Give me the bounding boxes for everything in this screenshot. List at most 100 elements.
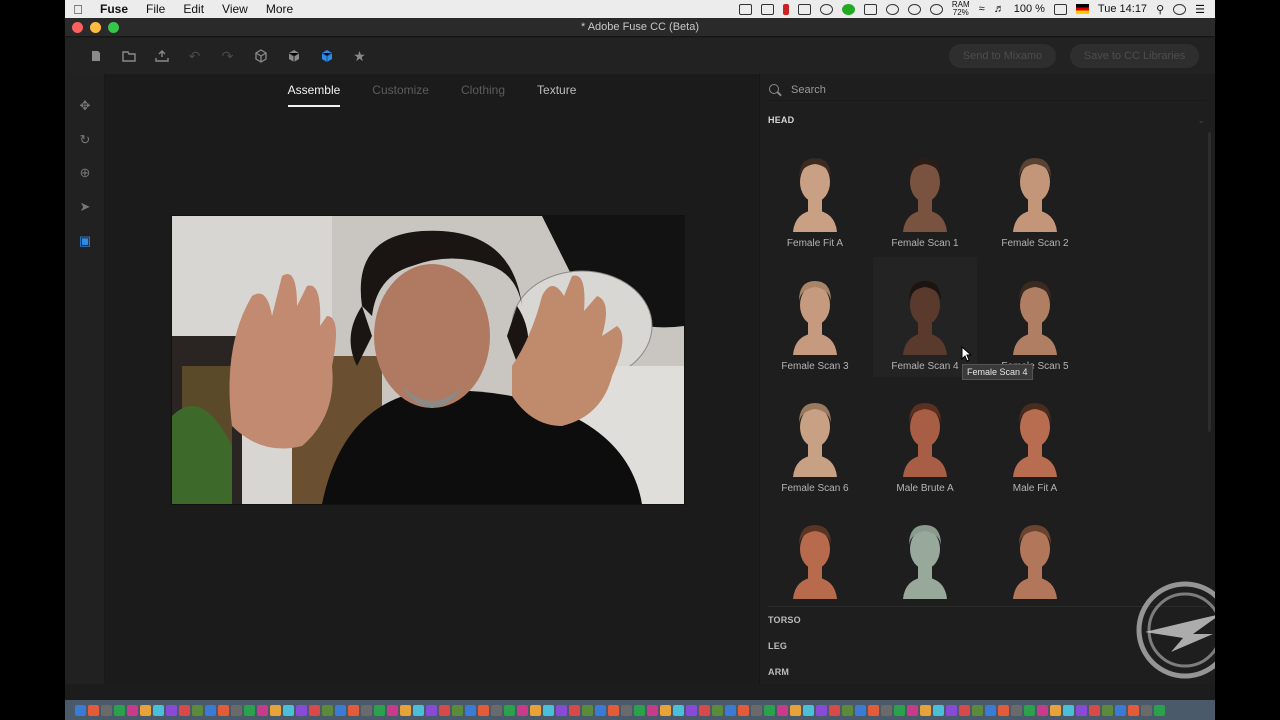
spotlight-icon[interactable]: ⚲ bbox=[1156, 3, 1164, 16]
dock-app-icon[interactable] bbox=[933, 704, 944, 716]
dock-app-icon[interactable] bbox=[790, 704, 801, 716]
dock-app-icon[interactable] bbox=[673, 704, 684, 716]
dock-app-icon[interactable] bbox=[751, 704, 762, 716]
tab-assemble[interactable]: Assemble bbox=[272, 83, 357, 107]
dock-app-icon[interactable] bbox=[699, 704, 710, 716]
dock-app-icon[interactable] bbox=[868, 704, 879, 716]
clock[interactable]: Tue 14:17 bbox=[1098, 3, 1147, 15]
section-leg[interactable]: LEG bbox=[768, 641, 787, 651]
tab-customize[interactable]: Customize bbox=[356, 83, 445, 107]
dock-app-icon[interactable] bbox=[1050, 704, 1061, 716]
panel-scrollbar[interactable] bbox=[1208, 132, 1211, 432]
dock-app-icon[interactable] bbox=[894, 704, 905, 716]
dock-app-icon[interactable] bbox=[660, 704, 671, 716]
dock-app-icon[interactable] bbox=[478, 704, 489, 716]
siri-icon[interactable] bbox=[1173, 3, 1187, 15]
battery-text[interactable]: 100 % bbox=[1014, 3, 1045, 15]
send-to-mixamo-button[interactable]: Send to Mixamo bbox=[949, 44, 1056, 68]
app-tray-icon[interactable] bbox=[797, 3, 811, 15]
dock-app-icon[interactable] bbox=[972, 704, 983, 716]
dock-app-icon[interactable] bbox=[595, 704, 606, 716]
cube-shaded-icon[interactable] bbox=[277, 38, 310, 74]
display-icon[interactable] bbox=[863, 3, 877, 15]
menu-more[interactable]: More bbox=[257, 2, 302, 16]
new-file-icon[interactable] bbox=[79, 38, 112, 74]
dock-app-icon[interactable] bbox=[634, 704, 645, 716]
time-machine-icon[interactable] bbox=[929, 3, 943, 15]
dock-app-icon[interactable] bbox=[530, 704, 541, 716]
head-item[interactable]: Female Fit A bbox=[763, 134, 867, 254]
tab-texture[interactable]: Texture bbox=[521, 83, 592, 107]
tab-clothing[interactable]: Clothing bbox=[445, 83, 521, 107]
dock-app-icon[interactable] bbox=[88, 704, 99, 716]
dock-app-icon[interactable] bbox=[621, 704, 632, 716]
dock-app-icon[interactable] bbox=[374, 704, 385, 716]
dock-app-icon[interactable] bbox=[283, 704, 294, 716]
dock-app-icon[interactable] bbox=[166, 704, 177, 716]
dock-app-icon[interactable] bbox=[920, 704, 931, 716]
dock-app-icon[interactable] bbox=[205, 704, 216, 716]
menu-file[interactable]: File bbox=[137, 2, 174, 16]
head-item[interactable]: Male Fit A bbox=[983, 379, 1087, 499]
undo-icon[interactable]: ↶ bbox=[178, 38, 211, 74]
dock-app-icon[interactable] bbox=[556, 704, 567, 716]
dock-app-icon[interactable] bbox=[985, 704, 996, 716]
input-source-flag-icon[interactable] bbox=[1075, 4, 1089, 14]
viewport[interactable]: Assemble Customize Clothing Texture bbox=[106, 74, 758, 684]
dock-app-icon[interactable] bbox=[816, 704, 827, 716]
dock-app-icon[interactable] bbox=[192, 704, 203, 716]
volume-icon[interactable]: ♬ bbox=[994, 3, 1005, 15]
dock-app-icon[interactable] bbox=[855, 704, 866, 716]
dock-app-icon[interactable] bbox=[517, 704, 528, 716]
dock-app-icon[interactable] bbox=[426, 704, 437, 716]
globe-icon[interactable] bbox=[819, 3, 833, 15]
dock-app-icon[interactable] bbox=[504, 704, 515, 716]
dock-app-icon[interactable] bbox=[270, 704, 281, 716]
head-item[interactable] bbox=[983, 501, 1087, 601]
favorite-star-icon[interactable]: ★ bbox=[343, 38, 376, 74]
dock-app-icon[interactable] bbox=[387, 704, 398, 716]
export-icon[interactable] bbox=[145, 38, 178, 74]
dock-app-icon[interactable] bbox=[842, 704, 853, 716]
dock-app-icon[interactable] bbox=[998, 704, 1009, 716]
dock-app-icon[interactable] bbox=[101, 704, 112, 716]
dock-app-icon[interactable] bbox=[647, 704, 658, 716]
section-torso[interactable]: TORSO bbox=[768, 615, 801, 625]
orbit-tool-icon[interactable]: ↻ bbox=[65, 128, 105, 152]
chat-icon[interactable] bbox=[885, 3, 899, 15]
screen-record-icon[interactable] bbox=[738, 3, 752, 15]
search-input[interactable]: Search bbox=[791, 84, 826, 96]
select-cursor-icon[interactable]: ➤ bbox=[65, 195, 105, 219]
search-bar[interactable]: Search bbox=[768, 79, 1207, 101]
dock-app-icon[interactable] bbox=[803, 704, 814, 716]
head-item[interactable]: Female Scan 1 bbox=[873, 134, 977, 254]
info-icon[interactable] bbox=[907, 3, 921, 15]
dock-app-icon[interactable] bbox=[179, 704, 190, 716]
dock-app-icon[interactable] bbox=[1141, 704, 1152, 716]
dock-app-icon[interactable] bbox=[1063, 704, 1074, 716]
head-item[interactable]: Male Brute A bbox=[873, 379, 977, 499]
head-item[interactable] bbox=[873, 501, 977, 601]
dock-app-icon[interactable] bbox=[244, 704, 255, 716]
pause-icon[interactable] bbox=[782, 3, 789, 15]
battery-icon[interactable] bbox=[1053, 3, 1067, 15]
dock-app-icon[interactable] bbox=[140, 704, 151, 716]
dock-app-icon[interactable] bbox=[569, 704, 580, 716]
dock-app-icon[interactable] bbox=[712, 704, 723, 716]
dock-app-icon[interactable] bbox=[153, 704, 164, 716]
dock-app-icon[interactable] bbox=[1154, 704, 1165, 716]
open-folder-icon[interactable] bbox=[112, 38, 145, 74]
dock-app-icon[interactable] bbox=[218, 704, 229, 716]
dock-app-icon[interactable] bbox=[907, 704, 918, 716]
dock-app-icon[interactable] bbox=[491, 704, 502, 716]
chevron-down-icon[interactable]: ⌄ bbox=[1197, 115, 1205, 126]
dock-app-icon[interactable] bbox=[829, 704, 840, 716]
frame-tool-icon[interactable]: ▣ bbox=[65, 229, 105, 253]
apple-menu-icon[interactable]:  bbox=[65, 2, 91, 17]
cube-outline-icon[interactable] bbox=[244, 38, 277, 74]
dock-app-icon[interactable] bbox=[1102, 704, 1113, 716]
dock-app-icon[interactable] bbox=[1089, 704, 1100, 716]
dropbox-icon[interactable] bbox=[760, 3, 774, 15]
head-item[interactable]: Female Scan 5 bbox=[983, 257, 1087, 377]
dock-app-icon[interactable] bbox=[322, 704, 333, 716]
